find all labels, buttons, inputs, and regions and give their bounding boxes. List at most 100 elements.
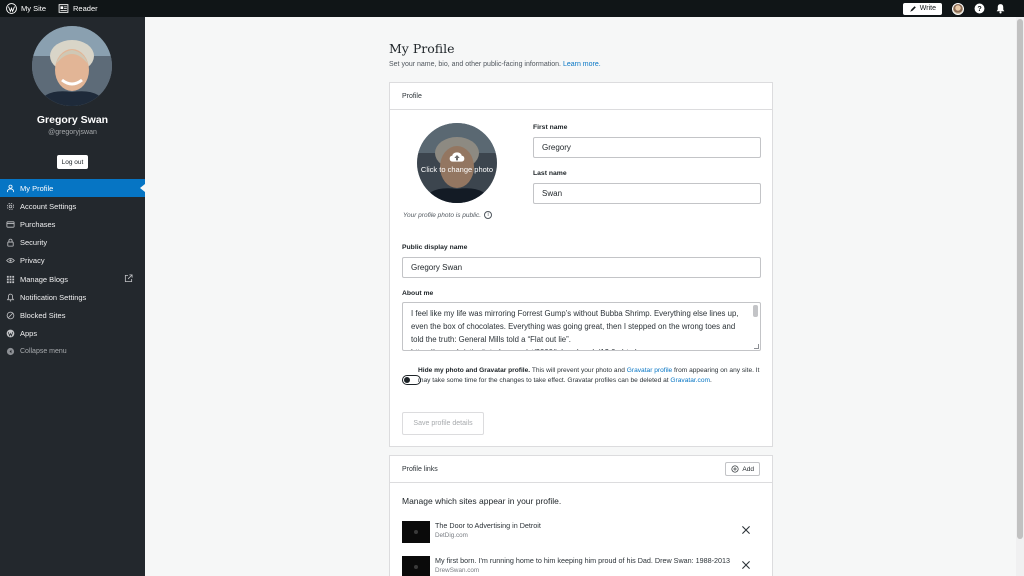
- block-icon: [6, 311, 15, 320]
- sidebar-item-apps[interactable]: Apps: [0, 325, 145, 343]
- first-name-field[interactable]: Gregory: [533, 137, 761, 158]
- page-subtitle-text: Set your name, bio, and other public-fac…: [389, 61, 561, 68]
- learn-more-link[interactable]: Learn more.: [563, 61, 601, 68]
- site-thumbnail: [402, 521, 430, 543]
- sidebar-item-manage-blogs[interactable]: Manage Blogs: [0, 270, 145, 288]
- gravatar-com-link[interactable]: Gravatar.com: [670, 377, 710, 384]
- grid-icon: [6, 275, 15, 283]
- first-name-label: First name: [533, 124, 568, 131]
- sidebar-item-blocked-sites[interactable]: Blocked Sites: [0, 306, 145, 324]
- about-me-label: About me: [402, 290, 434, 297]
- svg-text:?: ?: [977, 5, 981, 13]
- my-site-link[interactable]: My Site: [0, 0, 52, 17]
- photo-overlay-text: Click to change photo: [420, 165, 494, 174]
- photo-overlay: Click to change photo: [417, 123, 497, 203]
- wordpress-icon: [6, 3, 17, 14]
- sidebar-item-label: Account Settings: [20, 201, 77, 211]
- external-link-icon: [124, 274, 133, 282]
- add-link-button[interactable]: Add: [725, 462, 760, 476]
- reader-label: Reader: [73, 4, 98, 13]
- collapse-icon: [6, 348, 15, 356]
- sidebar-item-label: Apps: [20, 329, 38, 339]
- profile-links-card: Profile links Add Manage which sites app…: [389, 455, 773, 576]
- sidebar-item-notification-settings[interactable]: Notification Settings: [0, 288, 145, 306]
- link-url: DrewSwan.com: [435, 567, 480, 574]
- display-name-field[interactable]: Gregory Swan: [402, 257, 761, 278]
- hide-profile-description: Hide my photo and Gravatar profile. This…: [418, 366, 763, 387]
- profile-card: Profile Click to change photo Your profi…: [389, 82, 773, 447]
- hide-text-3: .: [710, 377, 712, 385]
- link-url: DetDig.com: [435, 532, 468, 539]
- logout-button[interactable]: Log out: [57, 155, 88, 169]
- pen-icon: [909, 5, 916, 12]
- lock-icon: [7, 238, 14, 247]
- close-icon[interactable]: [740, 559, 752, 571]
- last-name-label: Last name: [533, 170, 567, 177]
- scrollbar-thumb[interactable]: [1017, 19, 1023, 539]
- bell-icon: [6, 293, 15, 302]
- textarea-scrollbar[interactable]: [753, 305, 758, 317]
- sidebar-item-label: Privacy: [20, 256, 45, 266]
- page-title: My Profile: [389, 41, 455, 56]
- sidebar-menu: My Profile Account Settings Purchases Se…: [0, 179, 145, 361]
- last-name-field[interactable]: Swan: [533, 183, 761, 204]
- profile-links-title: Profile links: [402, 465, 438, 473]
- user-avatar[interactable]: [952, 2, 964, 15]
- about-me-text: I feel like my life was mirroring Forres…: [411, 309, 739, 350]
- cloud-upload-icon: [449, 152, 465, 162]
- hide-text-1: This will prevent your photo and: [530, 367, 627, 374]
- reader-icon: [58, 4, 69, 13]
- sidebar-item-label: Notification Settings: [20, 292, 87, 302]
- gear-icon: [6, 202, 15, 210]
- sidebar-item-account-settings[interactable]: Account Settings: [0, 197, 145, 215]
- sidebar-item-security[interactable]: Security: [0, 234, 145, 252]
- display-name-label: Public display name: [402, 244, 468, 251]
- profile-photo-button[interactable]: Click to change photo: [417, 123, 497, 203]
- reader-link[interactable]: Reader: [52, 0, 104, 17]
- hide-profile-bold: Hide my photo and Gravatar profile.: [418, 367, 531, 374]
- close-icon[interactable]: [740, 524, 752, 536]
- textarea-resize-handle[interactable]: [754, 344, 759, 349]
- sidebar-item-label: Manage Blogs: [20, 274, 68, 284]
- my-site-label: My Site: [21, 4, 47, 13]
- sidebar: Gregory Swan @gregoryjswan Log out My Pr…: [0, 17, 145, 576]
- page-scrollbar[interactable]: [1016, 17, 1024, 576]
- profile-avatar: [32, 26, 112, 106]
- save-profile-button[interactable]: Save profile details: [402, 412, 484, 435]
- sidebar-item-label: Security: [20, 238, 48, 248]
- sidebar-item-label: Collapse menu: [20, 348, 67, 356]
- plus-circle-icon: [731, 465, 739, 473]
- eye-icon: [6, 258, 15, 264]
- write-label: Write: [919, 5, 936, 12]
- info-icon[interactable]: i: [484, 211, 493, 219]
- notifications-bell-icon[interactable]: [995, 3, 1006, 14]
- link-title: The Door to Advertising in Detroit: [435, 521, 541, 530]
- list-item[interactable]: My first born. I'm running home to him k…: [402, 556, 762, 576]
- sidebar-item-collapse-menu[interactable]: Collapse menu: [0, 343, 145, 361]
- sidebar-item-label: My Profile: [20, 183, 54, 193]
- wordpress-icon: [6, 329, 15, 338]
- write-button[interactable]: Write: [902, 2, 942, 15]
- toggle-knob: [404, 377, 410, 383]
- profile-links-header: Profile links Add: [390, 456, 772, 483]
- sidebar-item-privacy[interactable]: Privacy: [0, 252, 145, 270]
- profile-card-header: Profile: [390, 83, 772, 110]
- page-subtitle: Set your name, bio, and other public-fac…: [389, 61, 601, 68]
- top-bar: My Site Reader Write ?: [0, 0, 1024, 17]
- sidebar-item-my-profile[interactable]: My Profile: [0, 179, 145, 198]
- photo-note: Your profile photo is public. i: [403, 211, 493, 219]
- sidebar-item-label: Purchases: [20, 219, 56, 229]
- user-icon: [6, 184, 15, 192]
- list-item[interactable]: The Door to Advertising in Detroit DetDi…: [402, 521, 762, 543]
- help-icon[interactable]: ?: [974, 3, 985, 14]
- site-thumbnail: [402, 556, 430, 576]
- photo-note-text: Your profile photo is public.: [403, 211, 482, 219]
- profile-handle: @gregoryjswan: [48, 129, 97, 136]
- gravatar-profile-link[interactable]: Gravatar profile: [627, 367, 672, 374]
- credit-card-icon: [6, 221, 15, 228]
- sidebar-item-purchases[interactable]: Purchases: [0, 215, 145, 233]
- links-intro: Manage which sites appear in your profil…: [402, 496, 562, 506]
- about-me-textarea[interactable]: I feel like my life was mirroring Forres…: [402, 302, 761, 351]
- profile-name: Gregory Swan: [36, 114, 109, 126]
- sidebar-item-label: Blocked Sites: [20, 310, 66, 320]
